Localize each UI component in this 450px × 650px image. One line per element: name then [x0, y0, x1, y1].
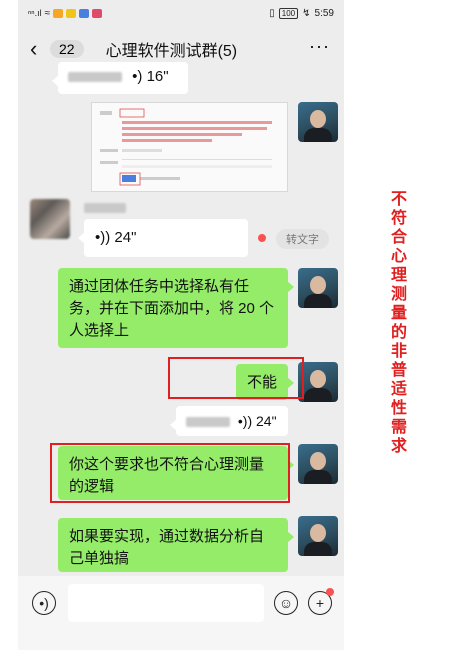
input-bar: •) ☺ + — [18, 576, 344, 630]
voice-icon: •)) — [237, 413, 253, 429]
status-icons: ⁿⁿ.ıl ≈ — [28, 7, 103, 19]
unplayed-dot — [258, 234, 266, 242]
notification-dot — [326, 588, 334, 596]
chat-area[interactable]: •) 16" •)) 24" 转文字 通过团体任务中选择私有任务，并在下面添加中… — [18, 62, 344, 572]
text-message[interactable]: 如果要实现，通过数据分析自己单独搞 — [58, 518, 294, 572]
text-message[interactable]: 你这个要求也不符合心理测量的逻辑 — [58, 446, 294, 500]
more-options-icon[interactable]: ··· — [309, 36, 330, 57]
voice-message-mid[interactable]: •)) 24" — [170, 406, 288, 436]
app-notification-icon — [66, 8, 77, 18]
status-right: ▯ 100 ↯ 5:59 — [269, 7, 334, 19]
signal-icon: ⁿⁿ.ıl — [28, 8, 42, 18]
voice-icon: •)) — [95, 229, 111, 246]
app-notification-icon — [53, 8, 64, 18]
unread-count-badge[interactable]: 22 — [50, 40, 84, 58]
my-avatar[interactable] — [298, 268, 338, 308]
voice-duration: 16" — [146, 68, 169, 85]
blurred-name — [186, 417, 230, 428]
text-message[interactable]: 不能 — [236, 364, 294, 400]
voice-message-top[interactable]: •) 16" — [52, 62, 188, 94]
annotation-label: 不符合心理测量的非普适性需求 — [390, 191, 407, 455]
app-notification-icon — [79, 8, 90, 18]
voice-duration: 24" — [256, 413, 277, 429]
screenshot-thumbnail — [92, 103, 287, 191]
battery-indicator: 100 — [278, 7, 299, 19]
phone-screen: ⁿⁿ.ıl ≈ ▯ 100 ↯ 5:59 ‹ 22 心理软件测试群(5) ···… — [18, 0, 344, 650]
voice-icon: •) — [132, 68, 143, 85]
wifi-icon: ≈ — [44, 7, 51, 19]
back-icon[interactable]: ‹ — [30, 36, 44, 62]
voice-duration: 24" — [114, 229, 137, 246]
my-avatar[interactable] — [298, 362, 338, 402]
status-bar: ⁿⁿ.ıl ≈ ▯ 100 ↯ 5:59 — [18, 0, 344, 26]
my-avatar[interactable] — [298, 444, 338, 484]
emoji-icon[interactable]: ☺ — [274, 591, 298, 615]
message-input[interactable] — [68, 584, 264, 622]
charging-icon: ↯ — [302, 7, 311, 19]
blurred-name — [68, 72, 122, 83]
image-message[interactable] — [91, 102, 288, 192]
voice-message-incoming[interactable]: •)) 24" — [78, 219, 248, 257]
convert-to-text-button[interactable]: 转文字 — [276, 229, 329, 249]
system-nav-bar — [18, 630, 344, 650]
app-notification-icon — [92, 8, 103, 18]
sender-avatar[interactable] — [30, 199, 70, 239]
text-message[interactable]: 通过团体任务中选择私有任务，并在下面添加中，将 20 个人选择上 — [58, 268, 294, 348]
sender-name-blurred — [84, 203, 126, 213]
chat-title: 心理软件测试群(5) — [105, 43, 238, 60]
vibrate-icon: ▯ — [269, 7, 275, 19]
voice-input-icon[interactable]: •) — [32, 591, 56, 615]
my-avatar[interactable] — [298, 516, 338, 556]
my-avatar[interactable] — [298, 102, 338, 142]
clock: 5:59 — [314, 7, 334, 19]
